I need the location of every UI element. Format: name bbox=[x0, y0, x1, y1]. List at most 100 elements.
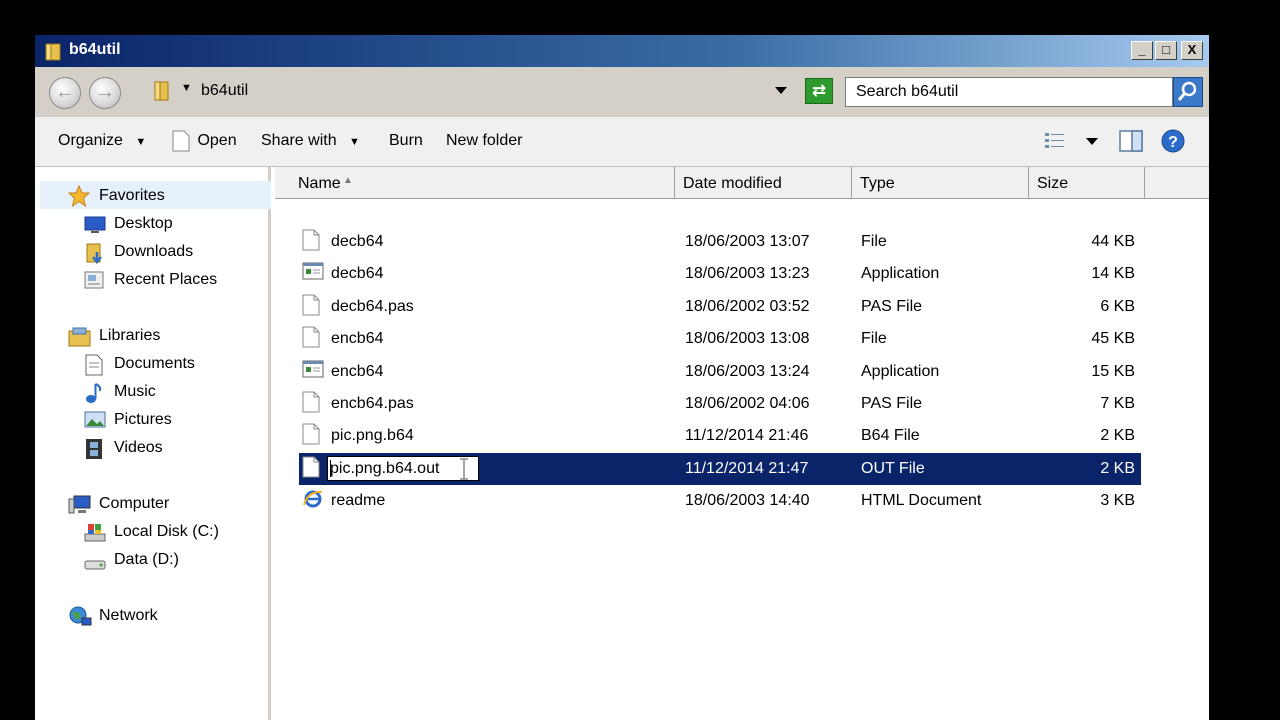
local-disk-icon bbox=[84, 522, 106, 542]
nav-local-disk[interactable]: Local Disk (C:) bbox=[114, 523, 219, 541]
file-date: 18/06/2002 04:06 bbox=[685, 395, 810, 412]
nav-desktop[interactable]: Desktop bbox=[114, 215, 173, 233]
file-row[interactable]: decb64 18/06/2003 13:23 Application 14 KB bbox=[299, 258, 1141, 290]
videos-icon bbox=[84, 438, 104, 459]
nav-libraries[interactable]: Libraries bbox=[99, 327, 160, 345]
file-row[interactable]: decb64 18/06/2003 13:07 File 44 KB bbox=[299, 226, 1141, 258]
search-input[interactable]: Search b64util bbox=[845, 77, 1173, 107]
network-icon bbox=[68, 606, 92, 626]
file-date: 18/06/2002 03:52 bbox=[685, 297, 810, 315]
file-size: 2 KB bbox=[1100, 427, 1135, 445]
back-button[interactable]: ← bbox=[49, 77, 81, 109]
column-header-name[interactable]: Name ▲ bbox=[275, 167, 675, 199]
nav-data-disk[interactable]: Data (D:) bbox=[114, 551, 179, 569]
forward-arrow-icon: → bbox=[95, 81, 115, 103]
close-button[interactable]: X bbox=[1181, 41, 1203, 60]
internet-explorer-icon bbox=[302, 488, 323, 510]
organize-label: Organize bbox=[58, 132, 123, 149]
address-bar-row: ← → ▼ b64util ⇄ Search b64util bbox=[35, 67, 1209, 117]
application-icon bbox=[302, 261, 324, 283]
chevron-down-icon[interactable] bbox=[1086, 138, 1098, 146]
forward-button[interactable]: → bbox=[89, 77, 121, 109]
file-size: 14 KB bbox=[1091, 265, 1135, 283]
command-bar: Organize ▼ Open Share with ▼ Burn New fo… bbox=[35, 117, 1209, 167]
file-name: encb64.pas bbox=[331, 395, 414, 412]
file-type: Application bbox=[861, 265, 940, 283]
rename-input[interactable]: pic.png.b64.out bbox=[327, 455, 479, 481]
view-options-icon[interactable] bbox=[1044, 131, 1066, 151]
file-name: decb64 bbox=[331, 233, 384, 250]
file-size: 45 KB bbox=[1091, 330, 1135, 348]
title-bar[interactable]: b64util _ □ X bbox=[35, 35, 1209, 67]
breadcrumb-arrow-icon[interactable]: ▼ bbox=[181, 82, 192, 94]
burn-button[interactable]: Burn bbox=[389, 132, 423, 150]
drive-icon bbox=[84, 550, 106, 570]
navigation-pane: Favorites Desktop Downloads Recent Place… bbox=[35, 167, 271, 720]
file-date: 18/06/2003 14:40 bbox=[685, 492, 810, 510]
nav-pictures[interactable]: Pictures bbox=[114, 411, 172, 429]
file-date: 18/06/2003 13:24 bbox=[685, 362, 810, 380]
search-button[interactable] bbox=[1173, 77, 1203, 107]
star-icon bbox=[67, 184, 91, 208]
sort-ascending-icon: ▲ bbox=[343, 175, 353, 186]
file-type: Application bbox=[861, 362, 940, 380]
file-size: 6 KB bbox=[1100, 297, 1135, 315]
refresh-button[interactable]: ⇄ bbox=[805, 78, 833, 104]
explorer-window: b64util _ □ X ← → ▼ b64util ⇄ Search b64… bbox=[35, 35, 1209, 720]
column-header-filler bbox=[1145, 167, 1209, 199]
address-path[interactable]: b64util bbox=[201, 82, 248, 100]
file-row[interactable]: encb64 18/06/2003 13:24 Application 15 KB bbox=[299, 356, 1141, 388]
nav-downloads[interactable]: Downloads bbox=[114, 243, 193, 261]
help-icon[interactable]: ? bbox=[1160, 128, 1186, 154]
folder-icon bbox=[154, 81, 169, 101]
recent-places-icon bbox=[84, 270, 104, 289]
computer-icon bbox=[68, 494, 91, 514]
file-date: 18/06/2003 13:07 bbox=[685, 233, 810, 250]
file-type: PAS File bbox=[861, 395, 923, 412]
minimize-button[interactable]: _ bbox=[1131, 41, 1153, 60]
documents-icon bbox=[84, 354, 104, 376]
file-date: 11/12/2014 21:46 bbox=[685, 427, 809, 445]
folder-icon bbox=[45, 43, 61, 61]
file-type: File bbox=[861, 330, 887, 348]
nav-favorites[interactable]: Favorites bbox=[99, 187, 165, 205]
nav-computer[interactable]: Computer bbox=[99, 495, 169, 513]
file-name: pic.png.b64 bbox=[331, 427, 414, 445]
organize-button[interactable]: Organize ▼ bbox=[58, 132, 146, 150]
file-row[interactable]: encb64 18/06/2003 13:08 File 45 KB bbox=[299, 323, 1141, 355]
search-placeholder: Search b64util bbox=[856, 83, 959, 100]
preview-pane-icon[interactable] bbox=[1119, 130, 1143, 152]
libraries-icon bbox=[68, 326, 91, 347]
open-button[interactable]: Open bbox=[172, 130, 237, 152]
nav-music[interactable]: Music bbox=[114, 383, 156, 401]
file-row[interactable]: encb64.pas 18/06/2002 04:06 PAS File 7 KB bbox=[299, 388, 1141, 420]
file-row[interactable]: pic.png.b64.out 11/12/2014 21:47 OUT File 2… bbox=[299, 452, 1141, 485]
column-header-date[interactable]: Date modified bbox=[675, 167, 852, 199]
share-with-label: Share with bbox=[261, 132, 337, 149]
file-type: OUT File bbox=[861, 459, 925, 477]
file-row[interactable]: decb64.pas 18/06/2002 03:52 PAS File 6 KB bbox=[299, 291, 1141, 323]
file-date: 18/06/2003 13:08 bbox=[685, 330, 810, 348]
column-name-label: Name bbox=[298, 175, 341, 192]
file-row[interactable]: pic.png.b64 11/12/2014 21:46 B64 File 2 KB bbox=[299, 420, 1141, 452]
column-header-size[interactable]: Size bbox=[1029, 167, 1145, 199]
nav-documents[interactable]: Documents bbox=[114, 355, 195, 373]
file-size: 44 KB bbox=[1091, 233, 1135, 250]
file-name: decb64.pas bbox=[331, 297, 414, 315]
file-row[interactable]: readme 18/06/2003 14:40 HTML Document 3 KB bbox=[299, 485, 1141, 517]
file-name: encb64 bbox=[331, 330, 384, 348]
nav-network[interactable]: Network bbox=[99, 607, 158, 625]
blank-file-icon bbox=[302, 294, 320, 316]
nav-videos[interactable]: Videos bbox=[114, 439, 163, 457]
back-arrow-icon: ← bbox=[55, 81, 75, 103]
file-name: readme bbox=[331, 492, 386, 510]
new-folder-button[interactable]: New folder bbox=[446, 132, 522, 150]
column-header-type[interactable]: Type bbox=[852, 167, 1029, 199]
file-size: 15 KB bbox=[1091, 362, 1135, 380]
address-dropdown-icon[interactable] bbox=[775, 87, 787, 95]
nav-recent-places[interactable]: Recent Places bbox=[114, 271, 217, 289]
blank-file-icon bbox=[302, 391, 320, 413]
share-with-button[interactable]: Share with ▼ bbox=[261, 132, 360, 150]
file-date: 18/06/2003 13:23 bbox=[685, 265, 810, 283]
maximize-button[interactable]: □ bbox=[1155, 41, 1177, 60]
